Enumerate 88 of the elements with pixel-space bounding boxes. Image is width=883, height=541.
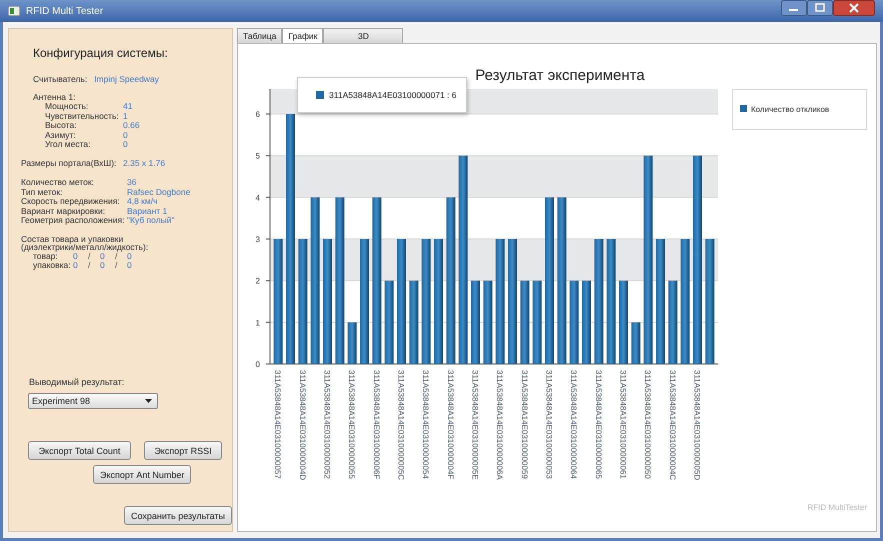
y-tick-label: 5: [256, 152, 260, 161]
field-value: "Куб полый": [127, 216, 175, 226]
minimize-icon[interactable]: [781, 0, 807, 16]
x-tick-label: 311A53848A14E0310000006A: [495, 370, 504, 480]
field-value: Impinj Speedway: [94, 75, 159, 84]
export-button[interactable]: Экспорт Ant Number: [93, 465, 192, 484]
legend-swatch: [740, 105, 748, 112]
field-label: Количество меток:: [21, 178, 95, 188]
x-tick-label: 311A53848A14E03100000054: [421, 370, 430, 479]
x-tick-label: 311A53848A14E03100000055: [347, 370, 356, 479]
field-label: Считыватель:: [33, 75, 88, 84]
field-label: Вариант маркировки:: [21, 206, 106, 216]
section-label: Антенна 1:: [33, 92, 76, 102]
field-label: Чувствительность:: [45, 112, 120, 121]
y-tick-label: 1: [256, 318, 260, 328]
x-tick-label: 311A53848A14E03100000053: [544, 370, 554, 479]
field-value: 1: [123, 112, 128, 121]
caret-icon: [145, 399, 152, 403]
separator-text: /: [88, 252, 90, 261]
result-dropdown[interactable]: Experiment 98: [28, 393, 158, 409]
maximize-icon[interactable]: [807, 0, 833, 16]
field-value: 4,8 км/ч: [127, 197, 158, 206]
x-tick-label: 311A53848A14E0310000005E: [470, 370, 480, 480]
field-value: 0: [127, 261, 133, 270]
tab[interactable]: Таблица: [237, 28, 282, 43]
field-value: 0: [73, 261, 79, 270]
bar: [631, 322, 640, 364]
chart-caption: RFID MultiTester: [807, 503, 868, 512]
field-label: Угол места:: [45, 140, 92, 150]
x-tick-label: 311A53848A14E0310000005D: [692, 370, 702, 480]
field-label: Скорость передвижения:: [21, 197, 121, 206]
export-button[interactable]: Экспорт Total Count: [28, 441, 131, 460]
bar: [348, 322, 357, 364]
x-tick-label: 311A53848A14E03100000050: [643, 370, 652, 479]
legend-label: Количество откликов: [751, 105, 830, 114]
window-title: RFID Multi Tester: [26, 6, 104, 16]
field-value: 0: [73, 252, 78, 261]
panel-title: Конфигурация системы:: [33, 46, 169, 60]
field-label: товар:: [33, 252, 58, 261]
x-tick-label: 311A53848A14E03100000065: [594, 370, 603, 479]
field-label: Азимут:: [45, 130, 77, 140]
separator-text: /: [88, 261, 92, 270]
y-tick-label: 2: [256, 276, 260, 286]
section-label: (диэлектрики/металл/жидкость):: [21, 243, 150, 252]
tooltip-swatch: [316, 91, 324, 99]
x-tick-label: 311A53848A14E03100000057: [273, 370, 282, 479]
field-label: Высота:: [45, 121, 77, 130]
tooltip-text: 311A53848A14E03100000071 : 6: [329, 90, 456, 100]
x-tick-label: 311A53848A14E0310000006F: [372, 370, 381, 480]
separator-text: /: [115, 252, 118, 261]
field-label: Размеры портала(ВхШ):: [21, 158, 118, 168]
x-tick-label: 311A53848A14E03100000052: [322, 370, 332, 479]
y-tick-label: 6: [256, 110, 260, 119]
field-label: Геометрия расположения:: [21, 216, 126, 226]
chart-title: Результат эксперимента: [475, 67, 645, 84]
field-value: 2.35 x 1.76: [123, 158, 166, 168]
x-tick-label: 311A53848A14E0310000004D: [298, 370, 307, 480]
close-icon[interactable]: [833, 0, 875, 16]
section-label: Состав товара и упаковки: [21, 234, 124, 243]
save-button[interactable]: Сохранить результаты: [124, 506, 232, 525]
y-tick-label: 3: [256, 235, 260, 244]
x-tick-label: 311A53848A14E0310000005C: [396, 370, 406, 480]
field-value: Rafsec Dogbone: [127, 188, 190, 197]
field-label: Тип меток:: [21, 188, 64, 197]
export-button[interactable]: Экспорт RSSI: [144, 441, 222, 460]
y-tick-label: 4: [256, 193, 260, 202]
y-tick-label: 0: [256, 360, 260, 369]
x-tick-label: 311A53848A14E03100000064: [569, 370, 578, 479]
field-value: 0: [127, 252, 132, 261]
x-tick-label: 311A53848A14E03100000059: [520, 370, 529, 479]
result-label: Выводимый результат:: [29, 377, 126, 387]
field-value: 36: [127, 178, 136, 188]
field-value: 0: [123, 130, 128, 140]
x-tick-label: 311A53848A14E0310000004F: [446, 370, 455, 480]
field-value: 0.66: [123, 121, 140, 130]
x-tick-label: 311A53848A14E0310000004C: [668, 370, 677, 480]
tab[interactable]: 3D: [323, 28, 404, 43]
field-value: Вариант 1: [127, 206, 168, 216]
x-tick-label: 311A53848A14E03100000061: [618, 370, 628, 479]
field-value: 0: [100, 261, 106, 270]
tab[interactable]: График: [282, 28, 324, 43]
field-value: 41: [123, 102, 132, 112]
app-icon: [8, 6, 20, 16]
separator-text: /: [115, 261, 118, 270]
field-label: упаковка:: [33, 261, 72, 270]
field-label: Мощность:: [45, 102, 90, 112]
field-value: 0: [100, 252, 105, 261]
field-value: 0: [123, 140, 128, 150]
